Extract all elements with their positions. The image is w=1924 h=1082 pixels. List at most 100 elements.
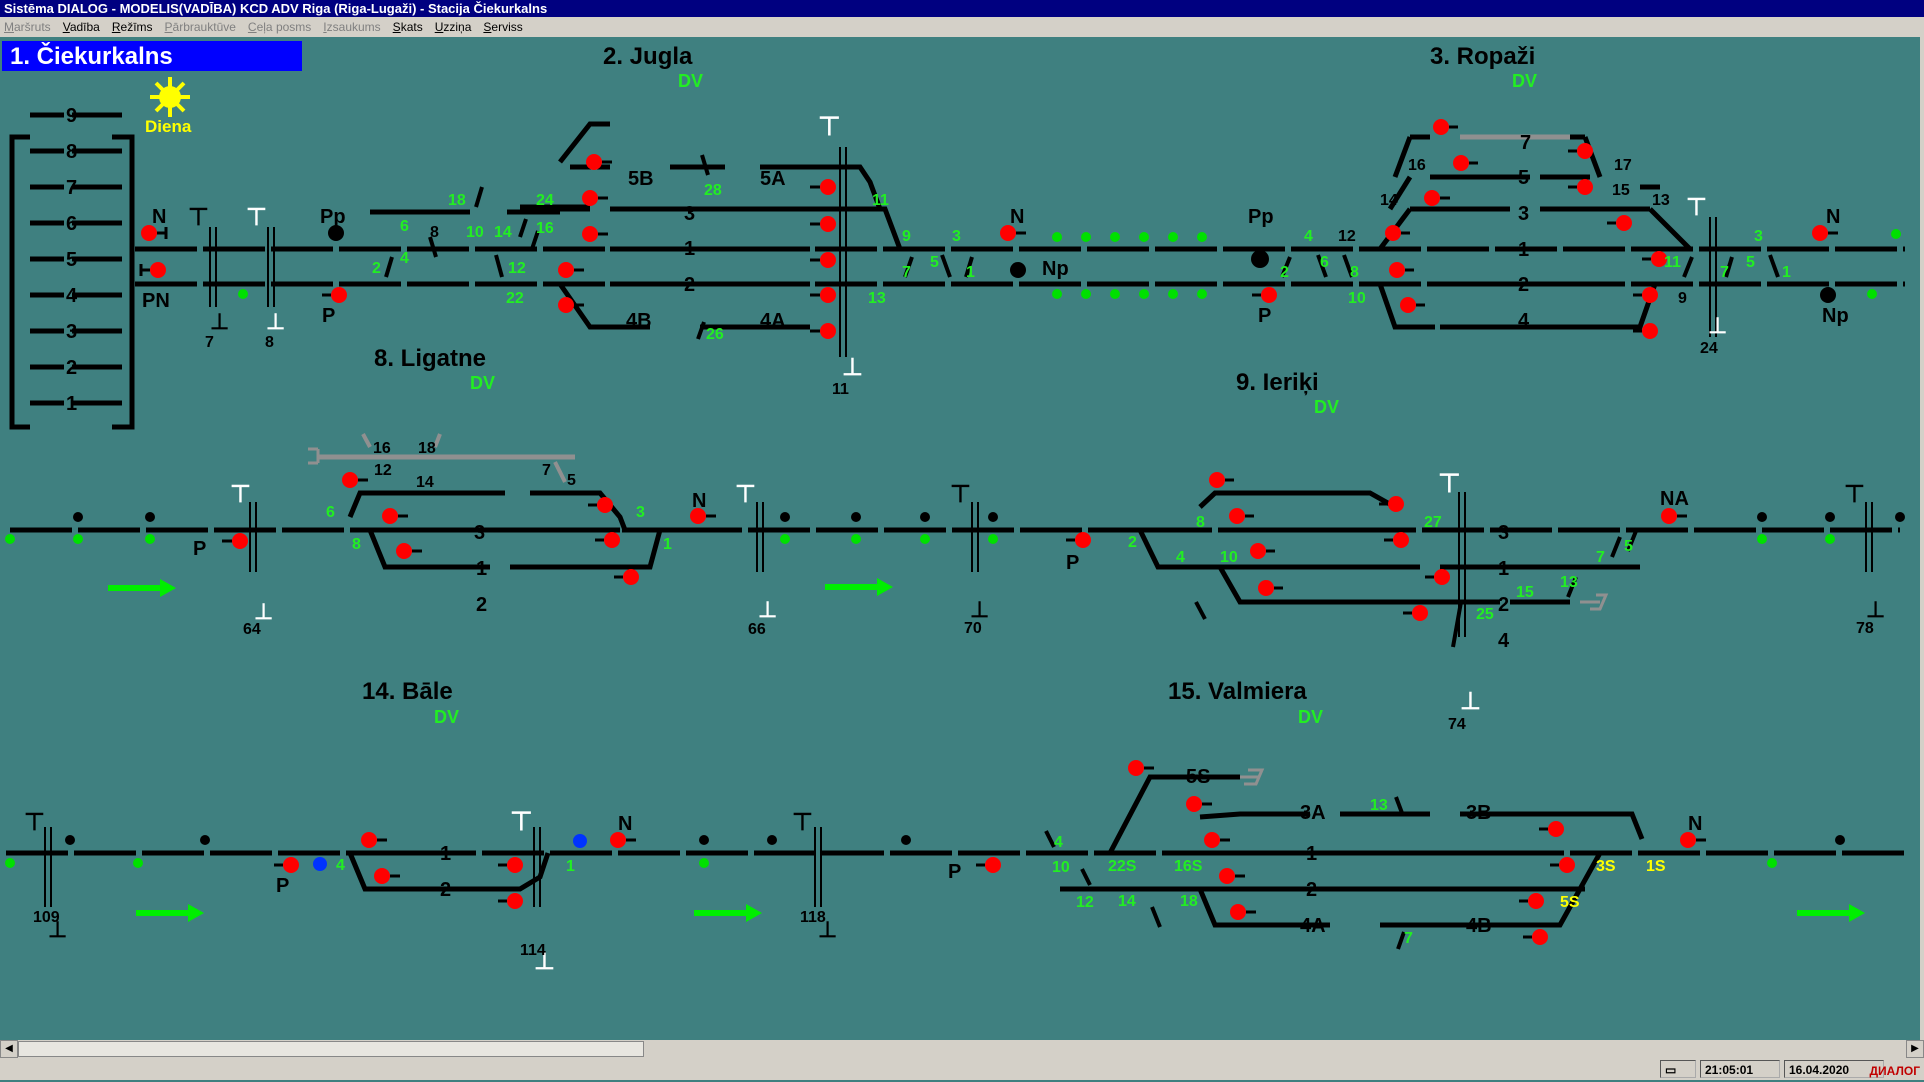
label: 1 <box>1306 843 1317 865</box>
label: 3 <box>1498 522 1509 544</box>
label: 7 <box>542 462 551 479</box>
label: 13 <box>868 290 886 307</box>
svg-text:⊤: ⊤ <box>792 809 813 836</box>
label: 1 <box>684 238 695 260</box>
label: P <box>1258 305 1271 327</box>
menu-item[interactable]: Skats <box>393 17 423 37</box>
label: N <box>1826 206 1840 228</box>
signal-Np-mid[interactable] <box>1010 262 1026 278</box>
menu-item[interactable]: Ceļa posms <box>248 17 311 37</box>
label: 2 <box>440 879 451 901</box>
signal-P-cie[interactable] <box>322 287 347 303</box>
scroll-right-icon[interactable]: ▶ <box>1906 1040 1924 1058</box>
label: 16S <box>1174 858 1203 875</box>
label: 4 <box>1498 630 1510 652</box>
label: 4 <box>1054 834 1063 851</box>
label: 10 <box>1052 859 1070 876</box>
label: 1 <box>440 843 451 865</box>
label: PN <box>142 290 170 312</box>
label: 2 <box>476 594 487 616</box>
label: 118 <box>800 909 826 926</box>
station-title: 1. Čiekurkalns <box>10 42 173 70</box>
menu-item[interactable]: Izsaukums <box>323 17 380 37</box>
menu-item[interactable]: Vadība <box>63 17 100 37</box>
signal-PN-cie[interactable] <box>139 262 166 278</box>
ladder-label: 6 <box>66 213 77 235</box>
label: 6 <box>1320 254 1329 271</box>
bale-signals[interactable] <box>274 832 1706 909</box>
svg-text:⊤: ⊤ <box>1438 468 1461 498</box>
label: 4 <box>336 857 345 874</box>
label: N <box>152 206 166 228</box>
label: 28 <box>704 182 722 199</box>
ladder-label: 2 <box>66 357 77 379</box>
label: 17 <box>1614 157 1632 174</box>
label: 5 <box>1746 254 1755 271</box>
scroll-thumb[interactable] <box>18 1041 644 1057</box>
svg-text:⊤: ⊤ <box>188 204 209 231</box>
sun-icon[interactable] <box>150 77 190 117</box>
label: Np <box>1042 258 1069 280</box>
label: 11 <box>832 381 849 398</box>
label: N <box>692 490 706 512</box>
label: 16 <box>1408 157 1426 174</box>
label: 18 <box>418 440 436 457</box>
label: 27 <box>1424 514 1442 531</box>
label: 5S <box>1560 894 1580 911</box>
menu-item[interactable]: Pārbrauktūve <box>165 17 236 37</box>
svg-text:⊥: ⊥ <box>1708 313 1727 338</box>
label: 18 <box>1180 893 1198 910</box>
svg-text:⊤: ⊤ <box>510 806 533 836</box>
signal-Pp-ropazi[interactable] <box>1251 250 1269 268</box>
station-title: 15. Valmiera <box>1168 678 1307 705</box>
label: 1S <box>1646 858 1666 875</box>
label: Np <box>1822 305 1849 327</box>
label: 5S <box>1186 766 1210 788</box>
label: 7 <box>205 334 214 351</box>
scroll-left-icon[interactable]: ◀ <box>0 1040 18 1058</box>
station-title: 8. Ligatne <box>374 345 486 372</box>
label: 64 <box>243 621 261 638</box>
label: 7 <box>1720 264 1729 281</box>
label: 5B <box>628 168 654 190</box>
window-title: Sistēma DIALOG - MODELIS(VADĪBA) KCD ADV… <box>0 0 1924 17</box>
label: 109 <box>33 909 60 926</box>
svg-text:⊥: ⊥ <box>1866 597 1885 622</box>
label: 2 <box>1306 879 1317 901</box>
menu-item[interactable]: Maršruts <box>4 17 51 37</box>
label: 114 <box>520 942 546 959</box>
menu-item[interactable]: Režīms <box>112 17 153 37</box>
label: 1 <box>1498 558 1509 580</box>
label: 10 <box>1348 290 1366 307</box>
station-sub: DV <box>1298 707 1323 727</box>
signal-P-ropazi[interactable] <box>1252 287 1277 303</box>
crossing-7[interactable]: ⊤ ⊥ <box>188 204 229 334</box>
svg-text:⊤: ⊤ <box>24 809 45 836</box>
label: P <box>948 861 961 883</box>
label: 1 <box>966 264 975 281</box>
label: 6 <box>326 504 335 521</box>
label: 25 <box>1476 606 1494 623</box>
label: P <box>276 875 289 897</box>
svg-text:⊥: ⊥ <box>970 597 989 622</box>
label: 14 <box>1118 893 1136 910</box>
brand-logo: ДИАЛОГ <box>1869 1064 1920 1078</box>
horizontal-scrollbar[interactable]: ◀ ▶ <box>0 1040 1924 1058</box>
label: 5 <box>567 472 576 489</box>
ladder-label: 8 <box>66 141 77 163</box>
ladder-label: 7 <box>66 177 77 199</box>
ladder-label: 5 <box>66 249 77 271</box>
label: 1 <box>1518 239 1529 261</box>
label: 8 <box>1196 514 1205 531</box>
label: N <box>1010 206 1024 228</box>
label: 4 <box>1304 228 1313 245</box>
label: 2 <box>372 260 381 277</box>
crossing-8[interactable]: ⊤ ⊥ <box>246 204 285 334</box>
menu-item[interactable]: Uzziņa <box>435 17 472 37</box>
label: 15 <box>1516 584 1534 601</box>
menu-item[interactable]: Serviss <box>483 17 522 37</box>
label: 4 <box>1176 549 1185 566</box>
svg-text:⊤: ⊤ <box>246 204 267 231</box>
signal-Pp-cie[interactable] <box>328 225 344 241</box>
station-title: 2. Jugla <box>603 43 693 70</box>
